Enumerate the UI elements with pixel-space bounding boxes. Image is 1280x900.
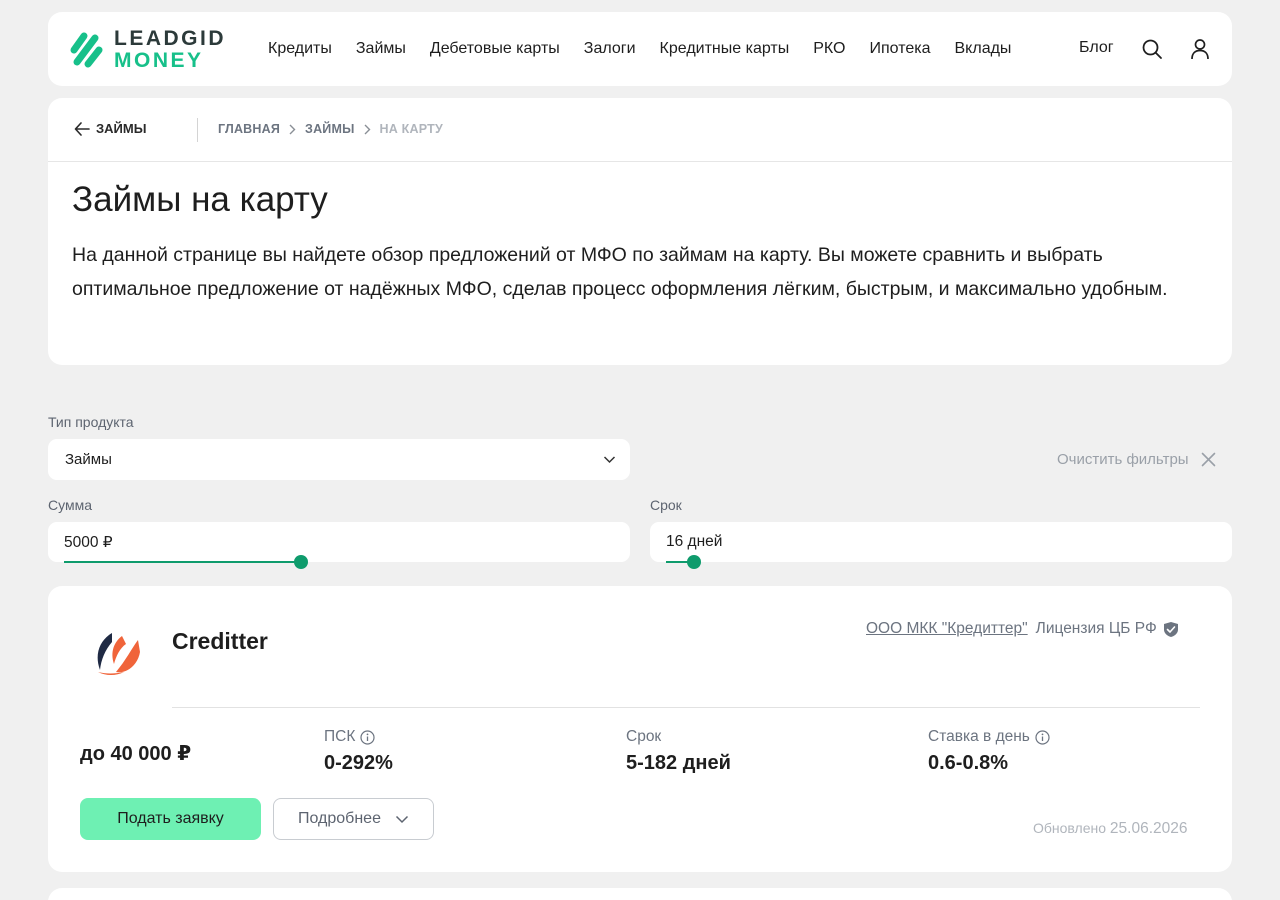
updated-date: Обновлено 25.06.2026 — [1033, 820, 1187, 838]
nav-item-rko[interactable]: РКО — [813, 40, 845, 58]
term-value: 16 дней — [666, 533, 723, 550]
logo-icon — [70, 32, 103, 68]
sum-value: 5000 ₽ — [64, 534, 113, 551]
nav-item-loans[interactable]: Займы — [356, 40, 406, 58]
term-stat-label: Срок — [626, 728, 662, 745]
offer-card — [48, 888, 1232, 900]
more-details-label: Подробнее — [298, 810, 381, 827]
info-icon[interactable] — [360, 729, 375, 745]
search-icon[interactable] — [1141, 38, 1163, 60]
term-label: Срок — [650, 497, 682, 513]
sum-field[interactable]: 5000 ₽ — [48, 522, 630, 569]
psk-value: 0-292% — [324, 752, 393, 774]
psk-label: ПСК — [324, 728, 356, 745]
divider — [197, 118, 198, 142]
nav-item-debit-cards[interactable]: Дебетовые карты — [430, 40, 560, 58]
updated-date-value: 25.06.2026 — [1109, 820, 1188, 837]
close-icon — [1201, 452, 1215, 467]
nav-item-collateral[interactable]: Залоги — [584, 40, 636, 58]
logo-line-1: LEADGID — [114, 27, 226, 50]
arrow-left-icon — [74, 121, 90, 136]
page-description: На данной странице вы найдете обзор пред… — [72, 244, 1168, 300]
product-type-select[interactable]: Займы — [48, 439, 630, 480]
offer-amount: до 40 000 ₽ — [80, 743, 192, 765]
sum-slider-track — [64, 561, 301, 563]
clear-filters-button[interactable]: Очистить фильтры — [1057, 451, 1216, 468]
nav-item-credit-cards[interactable]: Кредитные карты — [660, 40, 790, 58]
apply-button[interactable]: Подать заявку — [80, 798, 261, 840]
chevron-down-icon — [603, 456, 616, 464]
chevron-right-icon — [364, 124, 371, 135]
product-type-label: Тип продукта — [48, 414, 134, 430]
clear-filters-label: Очистить фильтры — [1057, 451, 1189, 468]
updated-label: Обновлено — [1033, 820, 1107, 836]
back-link-label: ЗАЙМЫ — [96, 121, 147, 136]
breadcrumb: ГЛАВНАЯ ЗАЙМЫ НА КАРТУ — [218, 122, 443, 136]
rate-label: Ставка в день — [928, 728, 1030, 745]
divider — [172, 707, 1200, 708]
back-link[interactable]: ЗАЙМЫ — [74, 121, 146, 136]
psk-stat: ПСК 0-292% — [324, 728, 393, 775]
term-stat-value: 5-182 дней — [626, 752, 731, 774]
page-title: Займы на карту — [72, 180, 328, 219]
breadcrumb-bar: ЗАЙМЫ ГЛАВНАЯ ЗАЙМЫ НА КАРТУ — [48, 98, 1232, 162]
term-slider-handle[interactable] — [687, 555, 701, 569]
offer-title[interactable]: Creditter — [172, 628, 268, 655]
rate-value: 0.6-0.8% — [928, 752, 1009, 774]
sum-slider-handle[interactable] — [294, 555, 308, 569]
offer-card: Creditter ООО МКК "Кредиттер" Лицензия Ц… — [48, 586, 1232, 872]
nav-item-mortgage[interactable]: Ипотека — [869, 40, 930, 58]
info-icon[interactable] — [1035, 729, 1050, 745]
user-icon[interactable] — [1189, 38, 1211, 60]
chevron-down-icon — [395, 815, 409, 823]
shield-check-icon — [1163, 621, 1178, 637]
chevron-right-icon — [289, 124, 296, 135]
breadcrumb-current: НА КАРТУ — [379, 122, 443, 136]
lender-org-link[interactable]: ООО МКК "Кредиттер" — [866, 620, 1028, 638]
leadgid-money-logo[interactable]: LEADGID MONEY — [68, 27, 232, 72]
nav-item-blog[interactable]: Блог — [1079, 39, 1114, 57]
more-details-button[interactable]: Подробнее — [273, 798, 434, 840]
term-field[interactable]: 16 дней — [650, 522, 1232, 569]
intro-card: ЗАЙМЫ ГЛАВНАЯ ЗАЙМЫ НА КАРТУ Займы на ка… — [48, 98, 1232, 365]
nav-item-credits[interactable]: Кредиты — [268, 40, 332, 58]
rate-stat: Ставка в день 0.6-0.8% — [928, 728, 1050, 775]
product-type-value: Займы — [65, 451, 112, 468]
breadcrumb-loans[interactable]: ЗАЙМЫ — [305, 122, 355, 136]
breadcrumb-home[interactable]: ГЛАВНАЯ — [218, 122, 280, 136]
term-stat: Срок 5-182 дней — [626, 728, 731, 775]
lender-info: ООО МКК "Кредиттер" Лицензия ЦБ РФ — [866, 620, 1179, 638]
site-header: LEADGID MONEY Кредиты Займы Дебетовые ка… — [48, 12, 1232, 86]
license-label: Лицензия ЦБ РФ — [1035, 620, 1157, 637]
sum-label: Сумма — [48, 497, 92, 513]
creditter-logo — [97, 633, 140, 675]
main-nav: Кредиты Займы Дебетовые карты Залоги Кре… — [268, 12, 1035, 86]
nav-item-deposits[interactable]: Вклады — [955, 40, 1012, 58]
logo-line-2: MONEY — [114, 49, 204, 72]
